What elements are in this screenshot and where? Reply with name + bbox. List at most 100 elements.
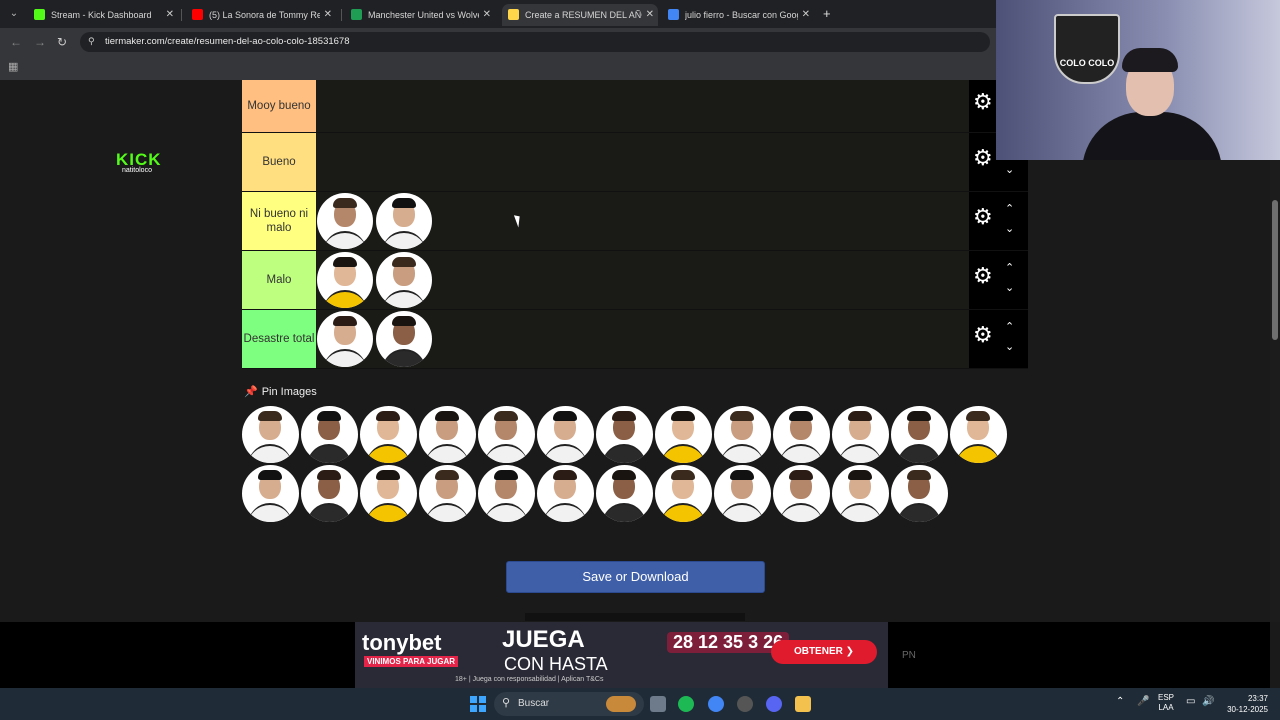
url-field[interactable]: ⚲ tiermaker.com/create/resumen-del-ao-co… (80, 32, 990, 52)
tray-chevron-icon[interactable]: ⌃ (1116, 697, 1124, 707)
close-icon[interactable]: ✕ (166, 4, 174, 26)
widget-food-icon[interactable] (606, 696, 636, 712)
player-image[interactable] (655, 406, 712, 463)
player-image[interactable] (242, 465, 299, 522)
player-image[interactable] (360, 406, 417, 463)
player-image[interactable] (655, 465, 712, 522)
gear-icon[interactable]: ⚙ (973, 91, 993, 113)
player-image[interactable] (537, 406, 594, 463)
chevron-down-icon[interactable]: ⌄ (1005, 222, 1014, 235)
player-image[interactable] (317, 252, 373, 308)
player-image[interactable] (242, 406, 299, 463)
ad-cta-label: OBTENER (793, 646, 843, 657)
player-image[interactable] (832, 465, 889, 522)
gear-icon[interactable]: ⚙ (973, 147, 993, 169)
player-image[interactable] (596, 406, 653, 463)
file-explorer-icon[interactable] (795, 696, 811, 712)
back-icon[interactable]: ← (10, 35, 22, 49)
player-image[interactable] (832, 406, 889, 463)
player-image[interactable] (714, 406, 771, 463)
player-image[interactable] (891, 406, 948, 463)
chevron-up-icon[interactable]: ⌃ (1005, 202, 1014, 215)
save-download-button[interactable]: Save or Download (506, 561, 765, 593)
player-image[interactable] (773, 406, 830, 463)
player-image[interactable] (317, 193, 373, 249)
tab-kick[interactable]: Stream - Kick Dashboard ✕ (28, 4, 178, 26)
page-scrollbar[interactable] (1270, 80, 1280, 622)
tier-label[interactable]: Malo (242, 251, 316, 309)
pin-images-toggle[interactable]: 📌 Pin Images (244, 385, 317, 398)
player-image[interactable] (376, 193, 432, 249)
player-image[interactable] (360, 465, 417, 522)
chevron-up-icon[interactable]: ⌃ (1005, 261, 1014, 274)
tab-tiermaker[interactable]: Create a RESUMEN DEL AÑO C ✕ (502, 4, 658, 26)
new-tab-button[interactable]: + (823, 6, 831, 21)
tier-label[interactable]: Desastre total (242, 310, 316, 368)
player-image[interactable] (773, 465, 830, 522)
microphone-icon[interactable]: 🎤 (1137, 697, 1149, 707)
volume-icon[interactable]: 🔊 (1202, 697, 1214, 707)
gear-icon[interactable]: ⚙ (973, 324, 993, 346)
player-image[interactable] (376, 252, 432, 308)
tier-row: Desastre total ⚙ ⌃ ⌄ (242, 310, 1028, 369)
player-image[interactable] (596, 465, 653, 522)
close-icon[interactable]: ✕ (802, 4, 810, 26)
discord-icon[interactable] (766, 696, 782, 712)
tab-search-icon[interactable]: ⌄ (6, 6, 22, 22)
tier-label[interactable]: Ni bueno ni malo (242, 192, 316, 250)
lang-top: ESP (1158, 693, 1175, 702)
spotify-icon[interactable] (678, 696, 694, 712)
site-info-icon[interactable]: ⚲ (88, 36, 98, 46)
tier-label[interactable]: Mooy bueno (242, 80, 316, 132)
player-image[interactable] (419, 406, 476, 463)
task-view-icon[interactable] (650, 696, 666, 712)
youtube-icon (192, 9, 203, 20)
jersey (248, 503, 292, 522)
player-image[interactable] (478, 406, 535, 463)
player-image[interactable] (537, 465, 594, 522)
forward-icon[interactable]: → (34, 35, 46, 49)
windows-start-icon[interactable] (470, 696, 486, 712)
language-indicator[interactable]: ESP LAA (1158, 693, 1174, 713)
search-icon: ⚲ (502, 697, 511, 709)
reload-icon[interactable]: ↻ (57, 35, 67, 49)
chevron-up-icon[interactable]: ⌃ (1005, 320, 1014, 333)
player-image[interactable] (301, 406, 358, 463)
hair (333, 316, 357, 326)
player-image[interactable] (317, 311, 373, 367)
jersey (366, 444, 410, 463)
chevron-down-icon[interactable]: ⌄ (1005, 340, 1014, 353)
chevron-down-icon[interactable]: ⌄ (1005, 281, 1014, 294)
close-icon[interactable]: ✕ (324, 4, 332, 26)
jersey (425, 444, 469, 463)
scrollbar-thumb[interactable] (1272, 200, 1278, 340)
player-image[interactable] (950, 406, 1007, 463)
gear-icon[interactable]: ⚙ (973, 206, 993, 228)
player-image[interactable] (714, 465, 771, 522)
hair (789, 470, 813, 480)
close-icon[interactable]: ✕ (646, 4, 654, 26)
tonybet-ad[interactable]: tonybet VINIMOS PARA JUGAR JUEGA CON HAS… (355, 622, 888, 688)
player-image[interactable] (419, 465, 476, 522)
tab-youtube[interactable]: (5) La Sonora de Tommy Rey - D ✕ (186, 4, 336, 26)
pin-icon: 📌 (244, 386, 258, 398)
close-icon[interactable]: ✕ (483, 4, 491, 26)
apps-grid-icon[interactable]: ▦ (8, 62, 18, 73)
tab-google[interactable]: julio fierro - Buscar con Google ✕ (662, 4, 814, 26)
player-image[interactable] (376, 311, 432, 367)
obs-icon[interactable] (737, 696, 753, 712)
chevron-down-icon[interactable]: ⌄ (1005, 163, 1014, 176)
gear-icon[interactable]: ⚙ (973, 265, 993, 287)
player-image[interactable] (301, 465, 358, 522)
hair (730, 411, 754, 421)
player-image[interactable] (478, 465, 535, 522)
chrome-icon[interactable] (708, 696, 724, 712)
hair (392, 257, 416, 267)
player-image[interactable] (891, 465, 948, 522)
system-clock[interactable]: 23:37 30-12-2025 (1222, 693, 1268, 715)
ad-cta-button[interactable]: OBTENER ❯ (771, 640, 877, 664)
network-icon[interactable]: ▭ (1186, 697, 1195, 707)
jersey (382, 231, 426, 249)
tier-label[interactable]: Bueno (242, 133, 316, 191)
tab-match[interactable]: Manchester United vs Wolverha ✕ (345, 4, 495, 26)
